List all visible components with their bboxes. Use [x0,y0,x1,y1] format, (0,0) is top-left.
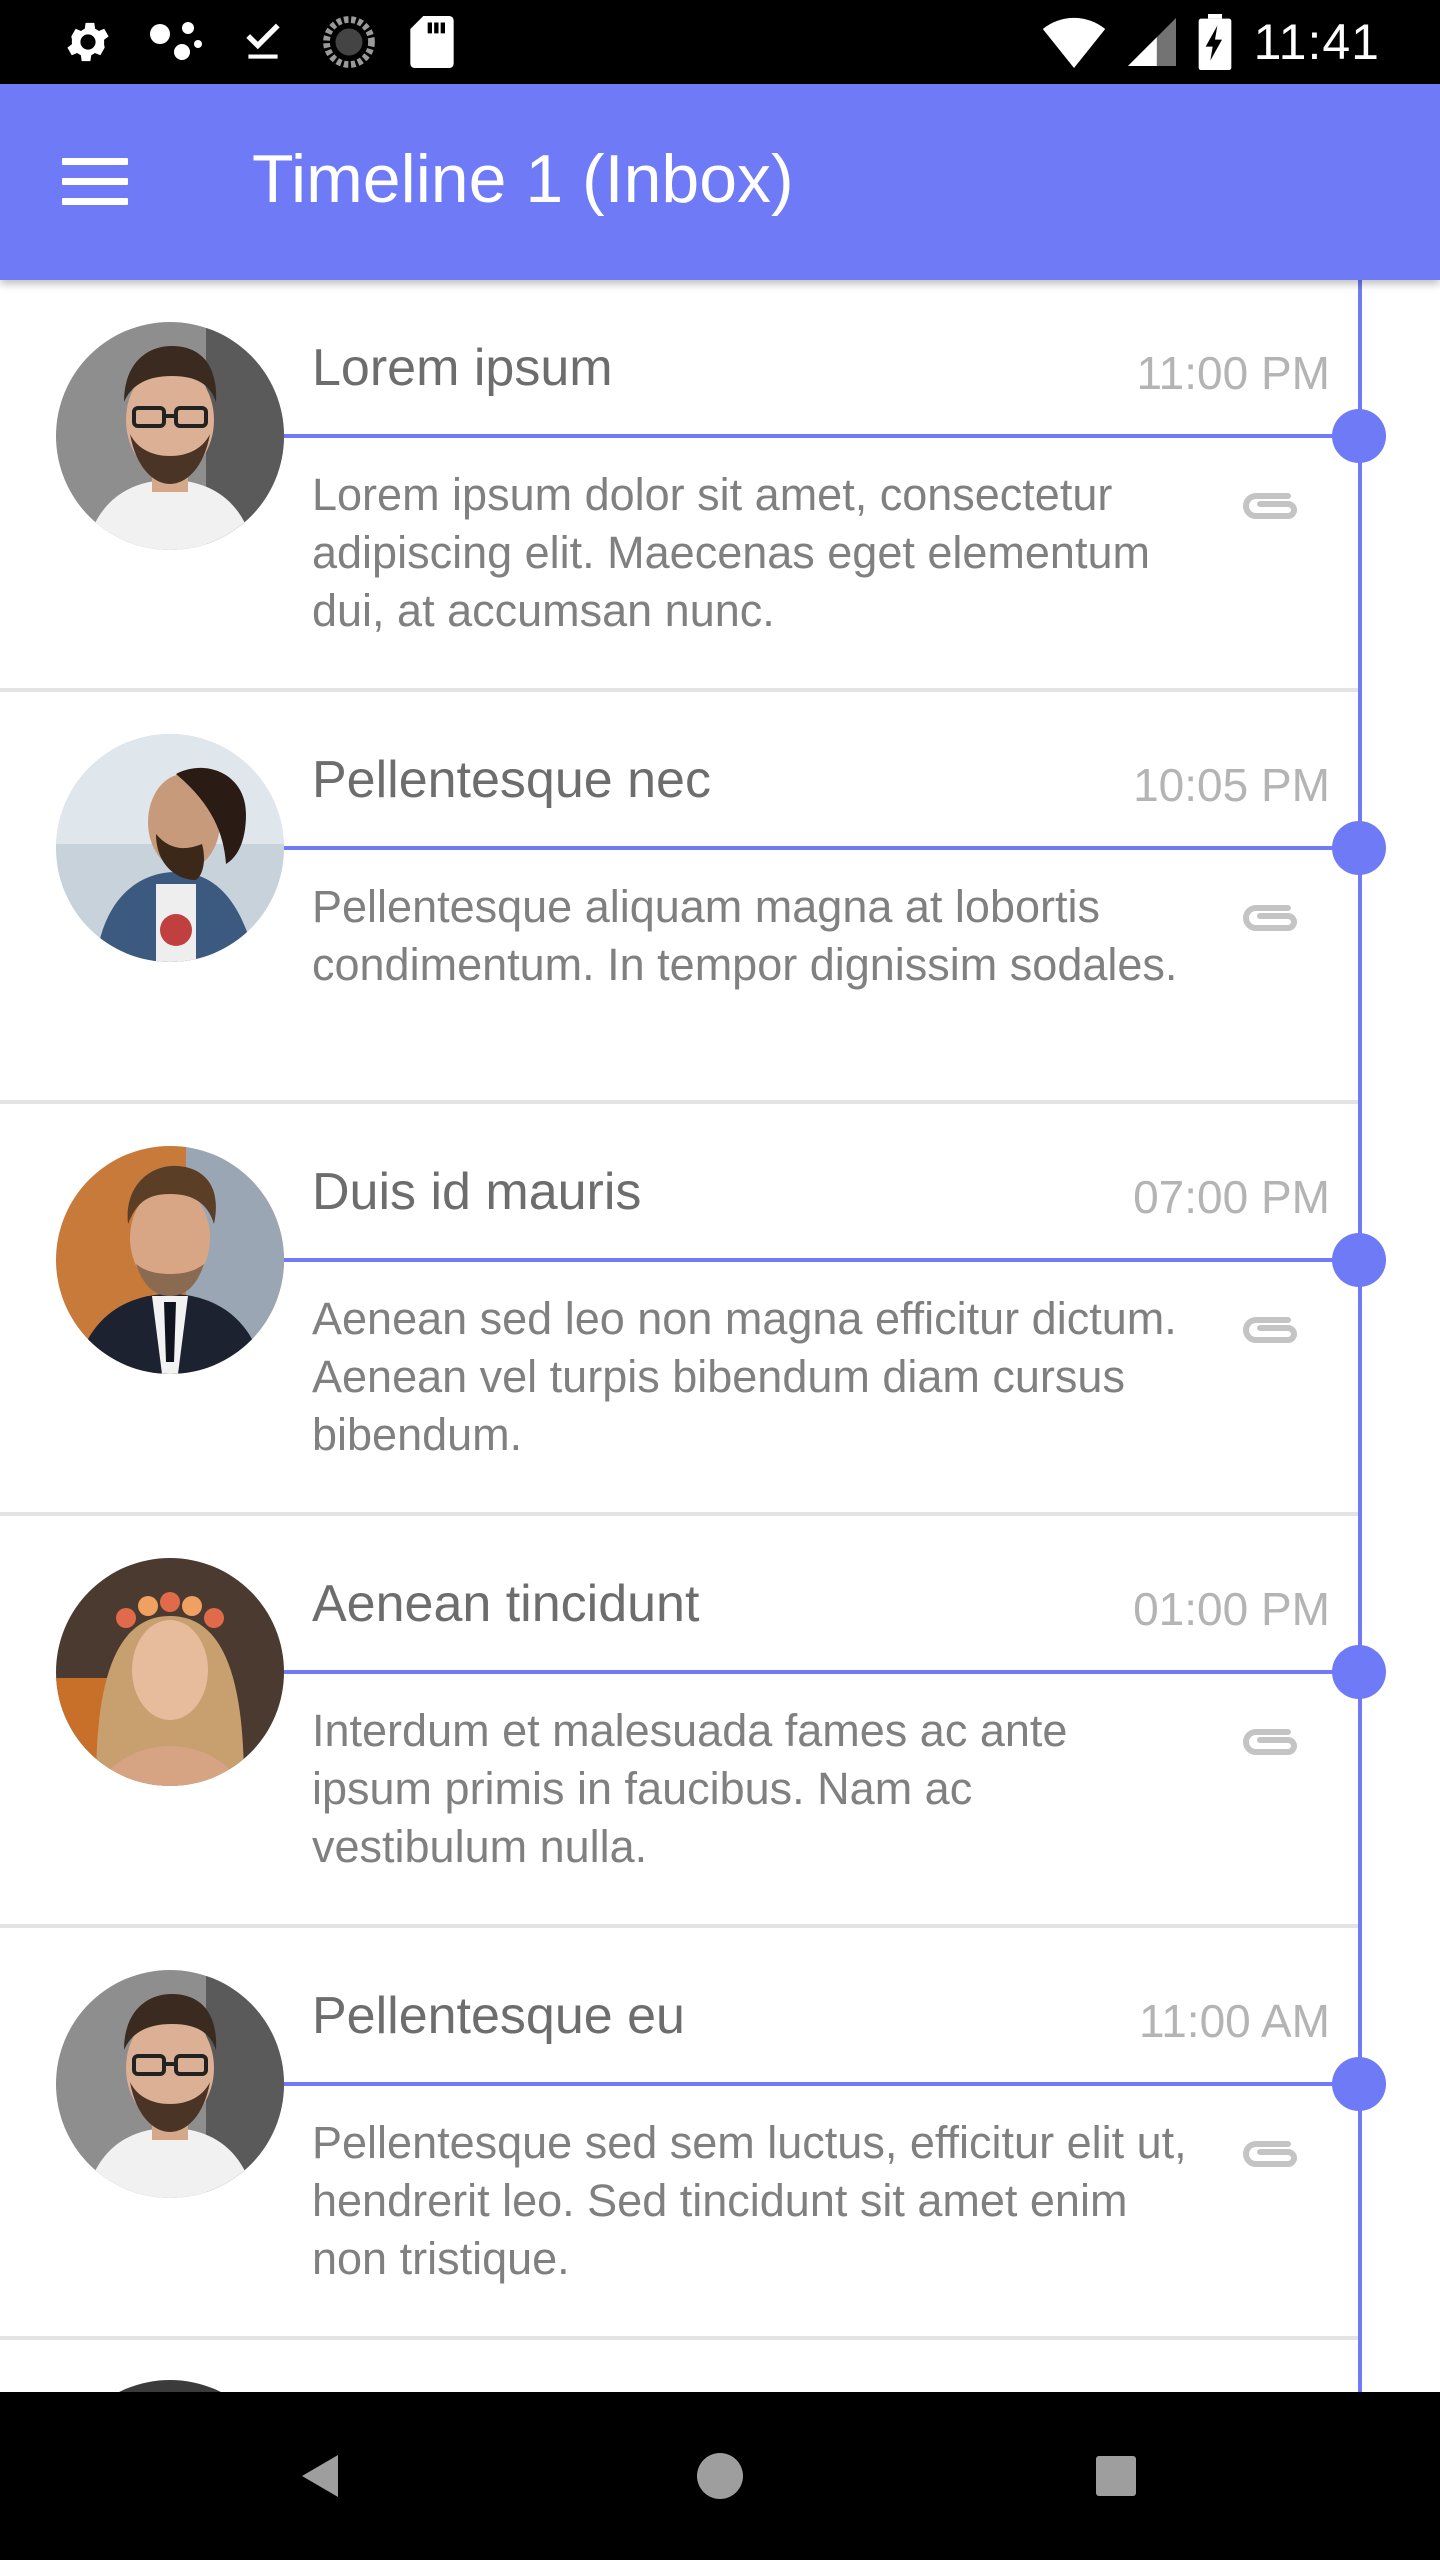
download-done-icon [246,23,280,59]
paperclip-icon[interactable] [1238,1310,1302,1350]
battery-charging-icon [1198,14,1231,70]
navigation-bar [0,2392,1440,2560]
item-divider [284,1258,1358,1262]
timeline-dot [1332,1645,1386,1699]
item-title: Aenean tincidunt [312,1575,700,1633]
signal-icon [1127,18,1176,66]
sd-card-icon [410,16,454,68]
item-divider [284,2082,1358,2086]
item-body: Interdum et malesuada fames ac ante ipsu… [312,1705,1068,1872]
item-title: Lorem ipsum [312,339,613,397]
status-bar: 11:41 [0,0,1440,84]
page-title: Timeline 1 (Inbox) [252,141,794,217]
item-divider [284,846,1358,850]
timeline-dot [1332,409,1386,463]
item-time: 07:00 PM [1133,1171,1330,1223]
timeline-dot [1332,821,1386,875]
item-title: Duis id mauris [312,1163,642,1221]
paperclip-icon[interactable] [1238,898,1302,938]
timeline-dot [1332,1233,1386,1287]
app-bar: Timeline 1 (Inbox) [0,84,1440,280]
status-time: 11:41 [1253,14,1380,70]
wifi-icon [1042,17,1105,68]
item-body: Pellentesque aliquam magna at lobortis c… [312,881,1178,990]
item-time: 11:00 PM [1136,347,1330,399]
recents-icon[interactable] [1076,2436,1156,2516]
man-suit-avatar [56,1146,284,1374]
timeline-item[interactable]: Pellentesque nec 10:05 PM Pellentesque a… [0,692,1386,1104]
avatar [56,2380,284,2392]
item-divider [284,1670,1358,1674]
item-body: Pellentesque sed sem luctus, efficitur e… [312,2117,1187,2284]
item-divider [284,434,1358,438]
timeline-item[interactable]: Pellentesque eu 11:00 AM Pellentesque se… [0,1928,1386,2340]
item-title: Pellentesque eu [312,1987,685,2045]
item-title: Pellentesque nec [312,751,711,809]
settings-icon [67,22,109,62]
item-body: Lorem ipsum dolor sit amet, consectetur … [312,469,1150,636]
paperclip-icon[interactable] [1238,486,1302,526]
home-icon[interactable] [680,2436,760,2516]
sync-icon [323,16,375,68]
hamburger-menu-icon[interactable] [62,158,128,206]
timeline-item[interactable]: Aenean tincidunt 01:00 PM Interdum et ma… [0,1516,1386,1928]
item-time: 11:00 AM [1139,1995,1330,2047]
paperclip-icon[interactable] [1238,1722,1302,1762]
paperclip-icon[interactable] [1238,2134,1302,2174]
status-system-icons: 11:41 [1042,14,1380,70]
timeline-item[interactable]: Lorem ipsum 11:00 PM Lorem ipsum dolor s… [0,280,1386,692]
timeline-dot [1332,2057,1386,2111]
man-glasses-avatar [56,322,284,550]
timeline-list[interactable]: Lorem ipsum 11:00 PM Lorem ipsum dolor s… [0,280,1440,2392]
man-glasses-avatar [56,1970,284,2198]
item-body: Aenean sed leo non magna efficitur dictu… [312,1293,1177,1460]
woman-flower-crown-avatar [56,1558,284,1786]
item-time: 10:05 PM [1133,759,1330,811]
back-icon[interactable] [280,2436,360,2516]
bearded-man-profile-avatar [56,734,284,962]
status-notification-icons [62,14,454,70]
item-time: 01:00 PM [1133,1583,1330,1635]
nearby-icon [150,22,202,60]
timeline-item[interactable]: Duis id mauris 07:00 PM Aenean sed leo n… [0,1104,1386,1516]
